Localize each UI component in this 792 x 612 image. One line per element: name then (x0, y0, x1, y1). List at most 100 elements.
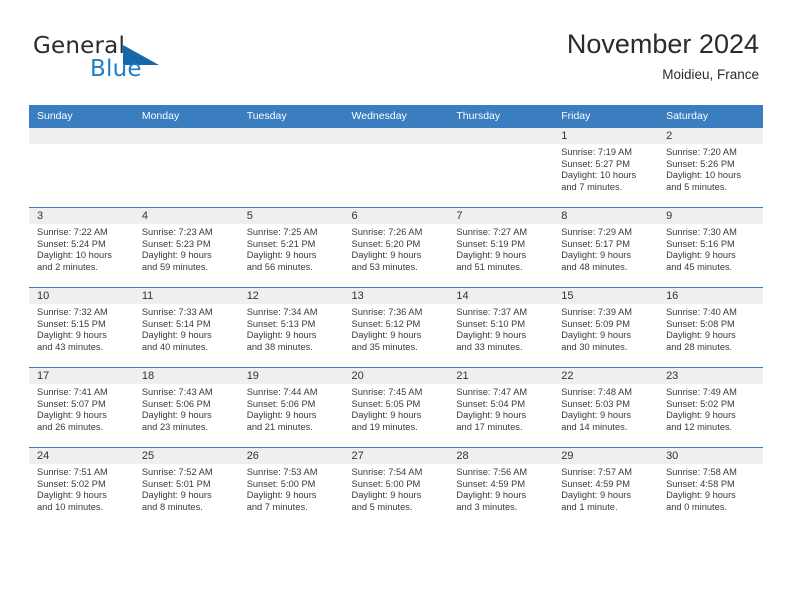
calendar-cell-empty (238, 127, 344, 208)
day-detail-sunrise: Sunrise: 7:52 AM (141, 467, 213, 477)
calendar-day-cell[interactable]: 4 Sunrise: 7:23 AM Sunset: 5:23 PM Daylight… (133, 207, 239, 288)
calendar-day-cell[interactable]: 30 Sunrise: 7:58 AM Sunset: 4:58 PM Dayligh… (658, 447, 763, 527)
day-detail-sunset: Sunset: 5:13 PM (246, 318, 316, 329)
day-detail-daylight1: Daylight: 9 hours (561, 330, 631, 341)
day-detail-daylight1: Daylight: 10 hours (561, 170, 637, 181)
calendar-day-cell[interactable]: 2 Sunrise: 7:20 AM Sunset: 5:26 PM Daylight… (658, 127, 763, 208)
day-detail-daylight2: and 8 minutes. (141, 501, 203, 512)
day-detail-sunrise: Sunrise: 7:53 AM (246, 467, 318, 477)
calendar-day-cell[interactable]: 11 Sunrise: 7:33 AM Sunset: 5:14 PM Dayligh… (133, 287, 239, 368)
day-detail-sunrise: Sunrise: 7:26 AM (351, 227, 423, 237)
day-detail-daylight1: Daylight: 9 hours (37, 490, 107, 501)
calendar-day-cell[interactable]: 12 Sunrise: 7:34 AM Sunset: 5:13 PM Dayligh… (238, 287, 344, 368)
day-detail-sunrise: Sunrise: 7:27 AM (456, 227, 528, 237)
day-detail-sunrise: Sunrise: 7:45 AM (351, 387, 423, 397)
calendar-day-cell[interactable]: 18 Sunrise: 7:43 AM Sunset: 5:06 PM Dayligh… (133, 367, 239, 448)
day-details: Sunrise: 7:56 AM Sunset: 4:59 PM Daylight:… (448, 464, 553, 513)
day-details: Sunrise: 7:29 AM Sunset: 5:17 PM Daylight:… (553, 224, 658, 273)
calendar-page: General Blue November 2024 Moidieu, Fran… (0, 0, 792, 612)
day-number: 2 (658, 128, 763, 144)
day-detail-sunset: Sunset: 5:15 PM (37, 318, 106, 329)
day-details: Sunrise: 7:39 AM Sunset: 5:09 PM Daylight:… (553, 304, 658, 353)
day-detail-sunset: Sunset: 4:59 PM (561, 478, 630, 489)
day-details: Sunrise: 7:45 AM Sunset: 5:05 PM Daylight:… (344, 384, 449, 433)
calendar-day-cell[interactable]: 1 Sunrise: 7:19 AM Sunset: 5:27 PM Daylight… (553, 127, 659, 208)
day-number (448, 128, 554, 144)
calendar-day-cell[interactable]: 22 Sunrise: 7:48 AM Sunset: 5:03 PM Dayligh… (553, 367, 659, 448)
day-number: 1 (553, 128, 659, 144)
day-detail-daylight1: Daylight: 9 hours (351, 490, 422, 501)
calendar-day-cell[interactable]: 17 Sunrise: 7:41 AM Sunset: 5:07 PM Dayligh… (29, 367, 134, 448)
day-detail-daylight2: and 59 minutes. (141, 261, 208, 272)
calendar-day-cell[interactable]: 6 Sunrise: 7:26 AM Sunset: 5:20 PM Daylight… (343, 207, 449, 288)
day-details: Sunrise: 7:26 AM Sunset: 5:20 PM Daylight:… (344, 224, 449, 273)
calendar-day-cell[interactable]: 5 Sunrise: 7:25 AM Sunset: 5:21 PM Daylight… (238, 207, 344, 288)
day-detail-daylight2: and 35 minutes. (351, 341, 418, 352)
day-details: Sunrise: 7:34 AM Sunset: 5:13 PM Daylight:… (239, 304, 344, 353)
day-detail-sunset: Sunset: 5:04 PM (456, 398, 526, 409)
calendar-day-cell[interactable]: 23 Sunrise: 7:49 AM Sunset: 5:02 PM Dayligh… (658, 367, 763, 448)
calendar-cell-empty (448, 127, 554, 208)
day-number: 3 (29, 208, 134, 224)
day-detail-sunset: Sunset: 5:14 PM (141, 318, 211, 329)
weekday-header-monday: Monday (133, 105, 239, 128)
day-detail-daylight2: and 14 minutes. (561, 421, 628, 432)
general-blue-logo[interactable]: General Blue (33, 33, 263, 89)
day-detail-sunrise: Sunrise: 7:39 AM (561, 307, 633, 317)
day-detail-sunrise: Sunrise: 7:40 AM (666, 307, 737, 317)
day-number: 30 (658, 448, 763, 464)
day-detail-sunset: Sunset: 5:06 PM (246, 398, 316, 409)
calendar-day-cell[interactable]: 9 Sunrise: 7:30 AM Sunset: 5:16 PM Daylight… (658, 207, 763, 288)
day-detail-daylight2: and 23 minutes. (141, 421, 208, 432)
calendar-day-cell[interactable]: 15 Sunrise: 7:39 AM Sunset: 5:09 PM Dayligh… (553, 287, 659, 368)
day-detail-sunset: Sunset: 5:26 PM (666, 158, 735, 169)
calendar-day-cell[interactable]: 21 Sunrise: 7:47 AM Sunset: 5:04 PM Dayligh… (448, 367, 554, 448)
day-details: Sunrise: 7:47 AM Sunset: 5:04 PM Daylight:… (448, 384, 553, 433)
calendar-cell-empty (343, 127, 449, 208)
day-detail-sunset: Sunset: 5:03 PM (561, 398, 630, 409)
day-detail-daylight1: Daylight: 9 hours (141, 250, 212, 261)
calendar-day-cell[interactable]: 19 Sunrise: 7:44 AM Sunset: 5:06 PM Dayligh… (238, 367, 344, 448)
day-detail-sunrise: Sunrise: 7:34 AM (246, 307, 318, 317)
calendar-day-cell[interactable]: 13 Sunrise: 7:36 AM Sunset: 5:12 PM Dayligh… (343, 287, 449, 368)
day-details: Sunrise: 7:51 AM Sunset: 5:02 PM Daylight:… (29, 464, 134, 513)
day-detail-daylight2: and 38 minutes. (246, 341, 313, 352)
day-detail-daylight2: and 12 minutes. (666, 421, 733, 432)
day-detail-daylight1: Daylight: 9 hours (351, 250, 422, 261)
calendar-day-cell[interactable]: 26 Sunrise: 7:53 AM Sunset: 5:00 PM Dayligh… (238, 447, 344, 527)
day-detail-daylight1: Daylight: 9 hours (456, 330, 527, 341)
calendar-day-cell[interactable]: 7 Sunrise: 7:27 AM Sunset: 5:19 PM Daylight… (448, 207, 554, 288)
day-number (238, 128, 344, 144)
calendar-day-cell[interactable]: 29 Sunrise: 7:57 AM Sunset: 4:59 PM Dayligh… (553, 447, 659, 527)
calendar-day-cell[interactable]: 20 Sunrise: 7:45 AM Sunset: 5:05 PM Dayligh… (343, 367, 449, 448)
day-detail-daylight2: and 5 minutes. (666, 181, 728, 192)
day-detail-daylight2: and 53 minutes. (351, 261, 418, 272)
calendar-day-cell[interactable]: 16 Sunrise: 7:40 AM Sunset: 5:08 PM Dayligh… (658, 287, 763, 368)
day-detail-sunset: Sunset: 5:06 PM (141, 398, 211, 409)
calendar-day-cell[interactable]: 24 Sunrise: 7:51 AM Sunset: 5:02 PM Dayligh… (29, 447, 134, 527)
calendar-day-cell[interactable]: 14 Sunrise: 7:37 AM Sunset: 5:10 PM Dayligh… (448, 287, 554, 368)
day-number: 23 (658, 368, 763, 384)
calendar-day-cell[interactable]: 27 Sunrise: 7:54 AM Sunset: 5:00 PM Dayligh… (343, 447, 449, 527)
day-detail-sunset: Sunset: 5:02 PM (37, 478, 106, 489)
day-number: 16 (658, 288, 763, 304)
calendar-day-cell[interactable]: 8 Sunrise: 7:29 AM Sunset: 5:17 PM Daylight… (553, 207, 659, 288)
day-detail-sunset: Sunset: 5:16 PM (666, 238, 735, 249)
calendar-day-cell[interactable]: 10 Sunrise: 7:32 AM Sunset: 5:15 PM Dayligh… (29, 287, 134, 368)
day-number (29, 128, 134, 144)
day-details: Sunrise: 7:36 AM Sunset: 5:12 PM Daylight:… (344, 304, 449, 353)
day-detail-sunrise: Sunrise: 7:48 AM (561, 387, 633, 397)
day-detail-daylight2: and 30 minutes. (561, 341, 628, 352)
calendar-day-cell[interactable]: 25 Sunrise: 7:52 AM Sunset: 5:01 PM Dayligh… (133, 447, 239, 527)
day-detail-sunset: Sunset: 5:17 PM (561, 238, 630, 249)
calendar-week-row: 1 Sunrise: 7:19 AM Sunset: 5:27 PM Daylight… (29, 127, 763, 208)
day-details: Sunrise: 7:20 AM Sunset: 5:26 PM Daylight:… (658, 144, 763, 193)
calendar-day-cell[interactable]: 3 Sunrise: 7:22 AM Sunset: 5:24 PM Daylight… (29, 207, 134, 288)
day-detail-daylight1: Daylight: 9 hours (666, 330, 736, 341)
day-number: 14 (448, 288, 554, 304)
weekday-header-thursday: Thursday (448, 105, 554, 128)
day-details: Sunrise: 7:57 AM Sunset: 4:59 PM Daylight:… (553, 464, 658, 513)
day-number: 9 (658, 208, 763, 224)
day-number: 6 (343, 208, 449, 224)
calendar-day-cell[interactable]: 28 Sunrise: 7:56 AM Sunset: 4:59 PM Dayligh… (448, 447, 554, 527)
